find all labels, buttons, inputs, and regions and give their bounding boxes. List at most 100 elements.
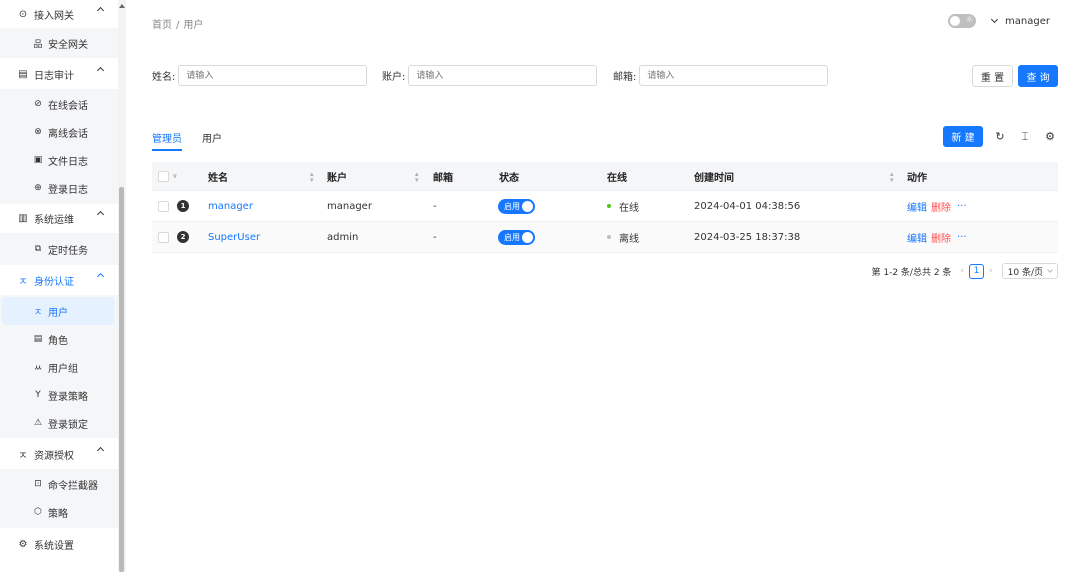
name-label: 姓名: (152, 72, 176, 83)
sidebar-item-file-log[interactable]: ▣ 文件日志 (0, 146, 118, 174)
sidebar-group-label: 日志审计 (34, 70, 74, 82)
refresh-icon[interactable]: ↻ (992, 129, 1008, 145)
search-button[interactable]: 查 询 (1018, 65, 1058, 87)
email-cell: - (433, 231, 437, 243)
sidebar-item-label: 用户 (48, 307, 68, 319)
next-page-icon[interactable]: › (989, 266, 993, 276)
sort-icon[interactable]: ▴ ▾ (310, 171, 314, 184)
column-height-icon[interactable]: ⌶ (1017, 129, 1033, 145)
sidebar-group-label: 接入网关 (34, 10, 74, 22)
breadcrumb: 首页 / 用户 (152, 16, 203, 31)
search-form: 姓名: 账户: 邮箱: 重 置 查 询 (152, 65, 1060, 87)
user-menu[interactable]: manager (991, 16, 1050, 27)
theme-toggle[interactable]: ☼ (948, 14, 977, 28)
more-icon[interactable]: ··· (957, 232, 967, 243)
chevron-down-icon[interactable]: ∨ (172, 172, 178, 180)
sidebar-item-security-gateway[interactable]: 品 安全网关 (0, 29, 118, 57)
status-switch[interactable]: 启用 (498, 198, 535, 214)
online-text: 在线 (619, 202, 639, 214)
sidebar-item-label: 角色 (48, 335, 68, 347)
sidebar-group-ops[interactable]: ▥ 系统运维 (0, 204, 118, 232)
delete-link[interactable]: 删除 (931, 199, 951, 214)
eye-icon: ⊙ (18, 8, 28, 20)
row-index: 1 (177, 200, 189, 212)
col-name[interactable]: 姓名 (208, 162, 228, 190)
row-checkbox[interactable] (158, 231, 169, 243)
name-field: 姓名: (152, 65, 368, 86)
select-all[interactable]: ∨ (158, 162, 178, 190)
delete-link[interactable]: 删除 (931, 230, 951, 245)
gear-icon: ⚙ (18, 538, 28, 550)
row-index: 2 (177, 231, 189, 243)
col-account[interactable]: 账户 (327, 162, 347, 190)
online-cell: 在线 (607, 191, 639, 221)
user-icon: ㅈ (18, 276, 28, 288)
prev-page-icon[interactable]: ‹ (960, 266, 964, 276)
sidebar-item-offline-session[interactable]: ⊗ 离线会话 (0, 118, 118, 146)
chevron-down-icon (1047, 266, 1053, 273)
chevron-up-icon (96, 446, 105, 455)
sidebar-group-gateway[interactable]: ⊙ 接入网关 (0, 0, 118, 28)
sidebar-item-roles[interactable]: ▤ 角色 (0, 325, 118, 353)
sidebar-item-user-groups[interactable]: ㅆ 用户组 (0, 353, 118, 381)
sidebar-item-login-strategy[interactable]: Y 登录策略 (0, 381, 118, 409)
user-icon: ㅈ (33, 307, 43, 318)
login-icon: ⊕ (34, 183, 42, 193)
page-number[interactable]: 1 (969, 263, 985, 279)
edit-link[interactable]: 编辑 (907, 230, 927, 245)
sidebar-item-label: 命令拦截器 (48, 480, 98, 492)
breadcrumb-current: 用户 (183, 20, 204, 31)
col-online: 在线 (607, 172, 627, 184)
col-status: 状态 (499, 172, 519, 184)
sidebar-group-identity[interactable]: ㅈ 身份认证 (0, 266, 118, 294)
pagination-summary: 第 1-2 条/总共 2 条 (871, 267, 952, 278)
tab-users[interactable]: 用户 (202, 130, 222, 150)
sidebar-item-policy[interactable]: ⬡ 策略 (0, 498, 118, 526)
user-name-link[interactable]: SuperUser (208, 222, 260, 252)
sidebar-item-label: 文件日志 (48, 156, 88, 168)
select-all-checkbox[interactable] (158, 170, 169, 182)
row-checkbox[interactable] (158, 200, 169, 212)
sidebar-group-audit[interactable]: ▤ 日志审计 (0, 60, 118, 88)
sidebar-item-scheduled-task[interactable]: ⧉ 定时任务 (0, 235, 118, 263)
more-icon[interactable]: ··· (957, 201, 967, 212)
sidebar-item-login-log[interactable]: ⊕ 登录日志 (0, 174, 118, 202)
sidebar-item-label: 在线会话 (48, 100, 88, 112)
scroll-up-icon[interactable] (119, 4, 125, 8)
reset-button[interactable]: 重 置 (972, 65, 1013, 87)
sidebar-item-users[interactable]: ㅈ 用户 (2, 297, 114, 325)
file-icon: ▣ (33, 155, 43, 165)
warning-icon: ⚠ (33, 418, 43, 428)
terminal-icon: ⊡ (34, 479, 42, 489)
col-actions: 动作 (907, 172, 927, 184)
chevron-up-icon (96, 210, 105, 219)
sidebar-scrollbar[interactable] (118, 0, 126, 572)
sidebar-item-login-lock[interactable]: ⚠ 登录锁定 (0, 409, 118, 437)
name-input[interactable] (178, 65, 368, 86)
user-name-link[interactable]: manager (208, 191, 253, 221)
new-button[interactable]: 新 建 (943, 126, 983, 147)
sidebar-group-authorization[interactable]: ㅈ 资源授权 (0, 440, 118, 468)
status-switch[interactable]: 启用 (498, 229, 535, 245)
actions-cell: 编辑 删除 ··· (907, 222, 967, 252)
audit-icon: ▤ (18, 68, 28, 80)
email-input[interactable] (639, 65, 829, 86)
sidebar-group-settings[interactable]: ⚙ 系统设置 (0, 530, 118, 558)
sidebar-item-label: 登录锁定 (48, 419, 88, 431)
account-label: 账户: (382, 72, 406, 83)
tab-admins[interactable]: 管理员 (152, 130, 182, 151)
sidebar-item-online-session[interactable]: ⊘ 在线会话 (0, 90, 118, 118)
sort-icon[interactable]: ▴ ▾ (890, 171, 894, 184)
sidebar: ⊙ 接入网关 品 安全网关 ▤ 日志审计 ⊘ 在线会话 ⊗ 离线会话 ▣ 文件日… (0, 0, 118, 572)
page-size-select[interactable]: 10 条/页 (1001, 263, 1058, 279)
online-cell: 离线 (607, 222, 639, 252)
settings-icon[interactable]: ⚙ (1042, 129, 1058, 145)
sidebar-item-command-filter[interactable]: ⊡ 命令拦截器 (0, 470, 118, 498)
sort-icon[interactable]: ▴ ▾ (415, 171, 419, 184)
col-created[interactable]: 创建时间 (694, 162, 734, 190)
breadcrumb-home[interactable]: 首页 (152, 20, 172, 31)
edit-link[interactable]: 编辑 (907, 199, 927, 214)
scrollbar-thumb[interactable] (119, 187, 124, 572)
account-input[interactable] (408, 65, 598, 86)
sidebar-group-label: 身份认证 (34, 276, 74, 288)
